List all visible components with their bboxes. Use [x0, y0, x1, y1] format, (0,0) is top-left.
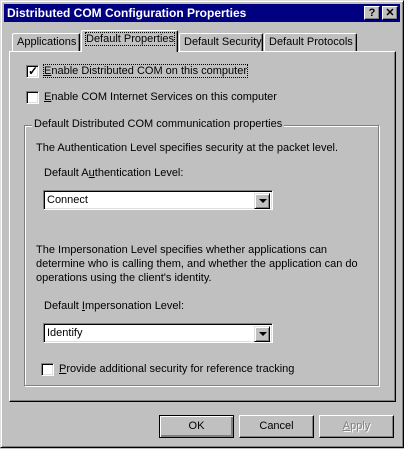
chevron-down-icon [259, 332, 267, 336]
imp-description-line-3: operations using the client's identity. [36, 272, 212, 284]
enable-cis-checkbox[interactable] [26, 91, 39, 104]
auth-dropdown-button[interactable] [254, 193, 270, 209]
auth-level-label: Default Authentication Level: [44, 167, 184, 179]
imp-level-label: Default Impersonation Level: [44, 300, 185, 312]
ok-label: OK [188, 420, 205, 432]
chevron-down-icon [259, 199, 267, 203]
imp-description-line-1: The Impersonation Level specifies whethe… [36, 244, 328, 256]
imp-description-line-2: determine who is calling them, and wheth… [36, 258, 358, 270]
ref-tracking-label[interactable]: Provide additional security for referenc… [59, 363, 294, 375]
enable-dcom-checkbox[interactable]: ✓ [26, 64, 39, 78]
panel-content: ✓ Enable Distributed COM on this compute… [1, 1, 404, 449]
cancel-button[interactable]: Cancel [239, 415, 314, 438]
apply-button[interactable]: Apply [319, 415, 394, 438]
ref-tracking-checkbox[interactable] [41, 363, 54, 376]
enable-dcom-label[interactable]: Enable Distributed COM on this computer [43, 64, 248, 78]
auth-description: The Authentication Level specifies secur… [36, 142, 339, 154]
group-title: Default Distributed COM communication pr… [32, 118, 285, 130]
imp-level-select[interactable]: Identify [43, 323, 273, 343]
auth-level-select[interactable]: Connect [43, 190, 273, 210]
auth-level-value: Connect [47, 194, 88, 206]
imp-level-value: Identify [47, 327, 83, 339]
checkmark-icon: ✓ [28, 64, 39, 78]
cancel-label: Cancel [259, 420, 294, 432]
dialog-window: Distributed COM Configuration Properties… [0, 0, 404, 448]
imp-dropdown-button[interactable] [254, 326, 270, 342]
ok-button[interactable]: OK [159, 415, 234, 438]
apply-label: Apply [342, 420, 371, 432]
enable-cis-label[interactable]: Enable COM Internet Services on this com… [44, 91, 277, 103]
